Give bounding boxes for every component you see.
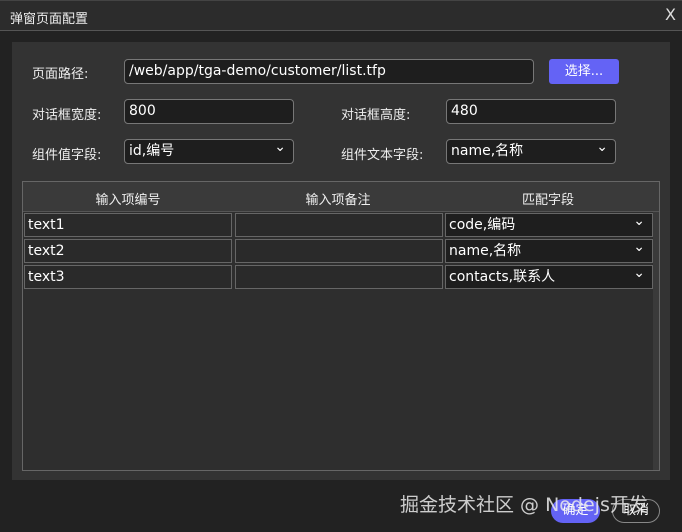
ok-button[interactable]: 确定 [551, 499, 600, 523]
match-field-select[interactable]: contacts,联系人 [445, 264, 653, 289]
dialog-title: 弹窗页面配置 [10, 12, 89, 27]
table-header: 输入项编号 输入项备注 匹配字段 [23, 182, 659, 212]
height-label: 对话框高度: [341, 108, 411, 123]
width-input[interactable]: 800 [124, 99, 294, 124]
choose-button[interactable]: 选择... [549, 59, 619, 84]
title-bar: 弹窗页面配置 X [0, 0, 682, 31]
close-icon[interactable]: X [665, 5, 676, 24]
cell-value: contacts,联系人 [449, 269, 556, 285]
match-field-select[interactable]: name,名称 [445, 238, 653, 263]
match-field-select[interactable]: code,编码 [445, 212, 653, 237]
table-scrollbar[interactable] [653, 212, 659, 470]
text-field-value: name,名称 [451, 143, 524, 159]
mapping-table: 输入项编号 输入项备注 匹配字段 text1 code,编码 text2 name,名… [22, 181, 660, 471]
header-input-id: 输入项编号 [95, 193, 161, 208]
header-input-note: 输入项备注 [305, 193, 371, 208]
cancel-button[interactable]: 取消 [612, 499, 660, 523]
input-note-cell[interactable] [235, 213, 443, 237]
cell-value: text3 [28, 269, 65, 285]
cell-value: text1 [28, 217, 65, 233]
cell-value: text2 [28, 243, 65, 259]
path-label: 页面路径: [32, 67, 89, 82]
header-match-field: 匹配字段 [521, 193, 574, 208]
text-field-label: 组件文本字段: [341, 148, 424, 163]
config-panel: 页面路径: /web/app/tga-demo/customer/list.tf… [12, 42, 670, 480]
value-field-label: 组件值字段: [32, 148, 102, 163]
text-field-select[interactable]: name,名称 [446, 138, 616, 164]
watermark: 掘金技术社区 @ Nodejs开发 [400, 494, 648, 516]
height-input[interactable]: 480 [446, 99, 616, 124]
width-label: 对话框宽度: [32, 108, 102, 123]
input-id-cell[interactable]: text3 [24, 265, 232, 289]
cell-value: name,名称 [449, 243, 522, 259]
cell-value: code,编码 [449, 217, 516, 233]
value-field-select[interactable]: id,编号 [124, 138, 294, 164]
input-id-cell[interactable]: text2 [24, 239, 232, 263]
input-note-cell[interactable] [235, 239, 443, 263]
input-id-cell[interactable]: text1 [24, 213, 232, 237]
input-note-cell[interactable] [235, 265, 443, 289]
path-input[interactable]: /web/app/tga-demo/customer/list.tfp [124, 59, 534, 84]
value-field-value: id,编号 [129, 143, 175, 159]
